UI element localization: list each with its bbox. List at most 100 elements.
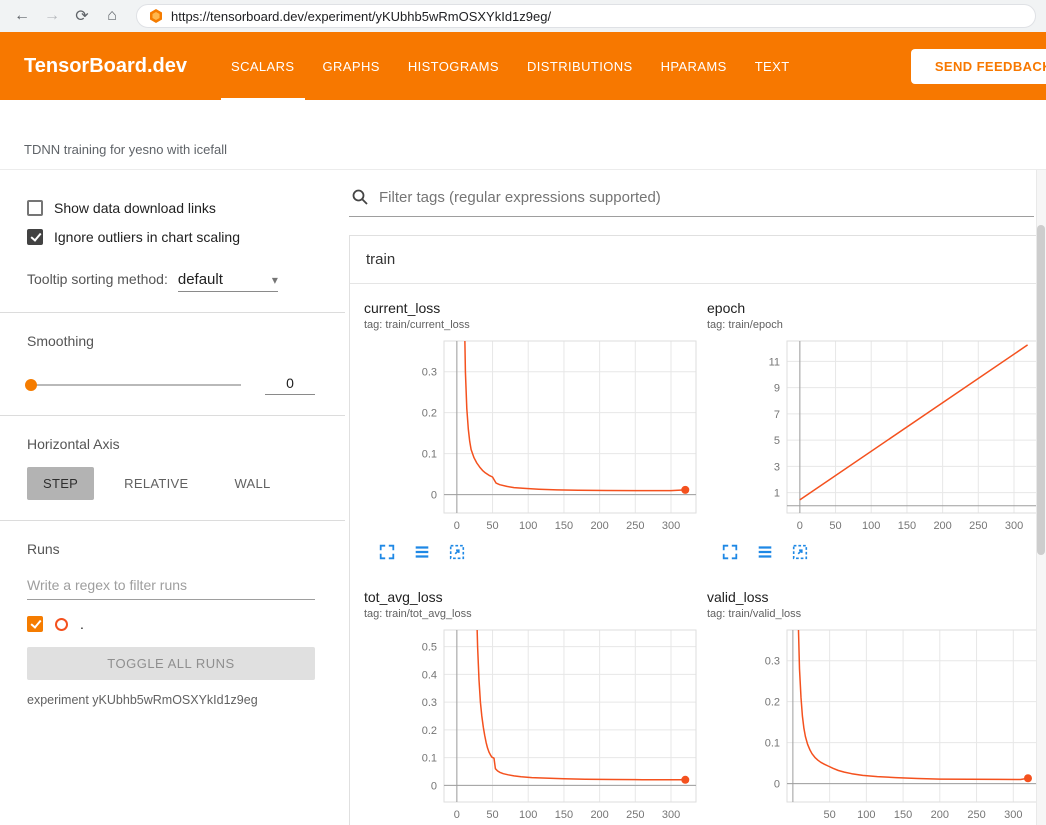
svg-text:11: 11	[769, 356, 780, 368]
app-header: TensorBoard.dev SCALARSGRAPHSHISTOGRAMSD…	[0, 32, 1046, 100]
smoothing-slider[interactable]	[27, 384, 241, 386]
tag-filter-input[interactable]	[379, 189, 1032, 206]
ignore-outliers-checkbox[interactable]	[27, 229, 43, 245]
svg-text:250: 250	[969, 520, 987, 532]
main-panel: train current_loss tag: train/current_lo…	[345, 170, 1046, 825]
charts-grid: current_loss tag: train/current_loss 050…	[350, 284, 1046, 825]
svg-text:0.3: 0.3	[422, 697, 437, 709]
chart-title: tot_avg_loss	[364, 589, 699, 605]
tab-hparams[interactable]: HPARAMS	[651, 32, 737, 100]
tooltip-sorting-label: Tooltip sorting method:	[27, 271, 168, 287]
svg-text:150: 150	[894, 809, 912, 821]
chart-tag: tag: train/current_loss	[364, 319, 699, 331]
url-bar[interactable]: https://tensorboard.dev/experiment/yKUbh…	[136, 4, 1036, 28]
runs-selector-icon[interactable]	[413, 543, 433, 563]
svg-text:100: 100	[519, 809, 537, 821]
tab-distributions[interactable]: DISTRIBUTIONS	[517, 32, 643, 100]
runs-filter-input[interactable]	[27, 571, 315, 600]
tag-group-title[interactable]: train	[350, 236, 1046, 284]
svg-text:0.2: 0.2	[422, 725, 437, 737]
run-color-swatch	[55, 618, 68, 631]
divider	[0, 312, 345, 313]
fullscreen-icon[interactable]	[721, 543, 741, 563]
svg-text:0: 0	[431, 780, 437, 792]
svg-text:9: 9	[774, 383, 780, 395]
axis-relative-button[interactable]: RELATIVE	[108, 467, 204, 500]
svg-text:300: 300	[1005, 520, 1023, 532]
smoothing-value[interactable]: 0	[265, 375, 315, 395]
svg-text:150: 150	[555, 809, 573, 821]
svg-text:300: 300	[662, 520, 680, 532]
svg-text:100: 100	[519, 520, 537, 532]
svg-text:0.3: 0.3	[765, 656, 780, 668]
tab-graphs[interactable]: GRAPHS	[313, 32, 390, 100]
browser-toolbar: ← → ⟳ ⌂ https://tensorboard.dev/experime…	[0, 0, 1046, 32]
tooltip-sorting-dropdown[interactable]: default ▾	[178, 271, 278, 292]
line-chart[interactable]: 05010015020025030000.10.20.30.40.5	[364, 624, 699, 825]
svg-text:0: 0	[797, 520, 803, 532]
svg-text:200: 200	[933, 520, 951, 532]
horizontal-axis-buttons: STEP RELATIVE WALL	[27, 467, 315, 500]
svg-text:3: 3	[774, 461, 780, 473]
tab-text[interactable]: TEXT	[745, 32, 800, 100]
fit-domain-icon[interactable]	[448, 543, 468, 563]
line-chart[interactable]: 05010015020025030000.10.20.3	[364, 335, 699, 537]
svg-text:300: 300	[662, 809, 680, 821]
send-feedback-button[interactable]: SEND FEEDBACK	[911, 49, 1046, 84]
svg-text:0: 0	[774, 779, 780, 791]
svg-text:150: 150	[898, 520, 916, 532]
axis-step-button[interactable]: STEP	[27, 467, 94, 500]
svg-text:0.1: 0.1	[765, 738, 780, 750]
run-name: .	[80, 616, 84, 632]
svg-text:0: 0	[454, 809, 460, 821]
tensorboard-favicon	[149, 9, 163, 23]
refresh-icon[interactable]: ⟳	[70, 4, 94, 28]
back-icon[interactable]: ←	[10, 4, 34, 28]
svg-text:50: 50	[823, 809, 835, 821]
home-icon[interactable]: ⌂	[100, 4, 124, 28]
svg-text:0: 0	[454, 520, 460, 532]
toggle-all-runs-button[interactable]: TOGGLE ALL RUNS	[27, 647, 315, 680]
svg-text:0.2: 0.2	[765, 697, 780, 709]
run-row[interactable]: .	[27, 616, 315, 632]
ignore-outliers-label: Ignore outliers in chart scaling	[54, 229, 240, 245]
chart-tag: tag: train/valid_loss	[707, 608, 1042, 620]
svg-text:0.1: 0.1	[422, 753, 437, 765]
chart-card: epoch tag: train/epoch 05010015020025030…	[707, 300, 1042, 563]
fit-domain-icon[interactable]	[791, 543, 811, 563]
chart-title: valid_loss	[707, 589, 1042, 605]
chart-card: valid_loss tag: train/valid_loss 50 100 15…	[707, 589, 1042, 825]
tab-histograms[interactable]: HISTOGRAMS	[398, 32, 509, 100]
tab-scalars[interactable]: SCALARS	[221, 32, 305, 100]
run-checkbox[interactable]	[27, 616, 43, 632]
svg-text:50: 50	[486, 809, 498, 821]
svg-text:0.1: 0.1	[422, 449, 437, 461]
show-download-row[interactable]: Show data download links	[27, 200, 315, 216]
forward-icon[interactable]: →	[40, 4, 64, 28]
axis-wall-button[interactable]: WALL	[218, 467, 286, 500]
runs-selector-icon[interactable]	[756, 543, 776, 563]
show-download-checkbox[interactable]	[27, 200, 43, 216]
line-chart[interactable]: 5010015020025030000.10.20.3	[707, 624, 1042, 825]
chart-card: tot_avg_loss tag: train/tot_avg_loss 050…	[364, 589, 699, 825]
url-text: https://tensorboard.dev/experiment/yKUbh…	[171, 9, 551, 24]
ignore-outliers-row[interactable]: Ignore outliers in chart scaling	[27, 229, 315, 245]
chart-toolbar	[721, 543, 1042, 563]
fullscreen-icon[interactable]	[378, 543, 398, 563]
tag-group-card: train current_loss tag: train/current_lo…	[349, 235, 1046, 825]
line-chart[interactable]: 0501001502002503001357911	[707, 335, 1042, 537]
svg-text:300: 300	[1004, 809, 1022, 821]
vertical-scrollbar[interactable]	[1036, 170, 1046, 825]
svg-text:100: 100	[862, 520, 880, 532]
experiment-title: TDNN training for yesno with icefall	[0, 100, 1046, 170]
scrollbar-thumb[interactable]	[1037, 225, 1045, 555]
svg-text:0.3: 0.3	[422, 367, 437, 379]
runs-label: Runs	[27, 541, 315, 557]
svg-text:100: 100	[857, 809, 875, 821]
divider	[0, 415, 345, 416]
app-logo: TensorBoard.dev	[24, 55, 187, 78]
svg-text:50: 50	[829, 520, 841, 532]
smoothing-slider-thumb[interactable]	[25, 379, 37, 391]
svg-text:7: 7	[774, 409, 780, 421]
tooltip-sorting-value: default	[178, 271, 223, 288]
